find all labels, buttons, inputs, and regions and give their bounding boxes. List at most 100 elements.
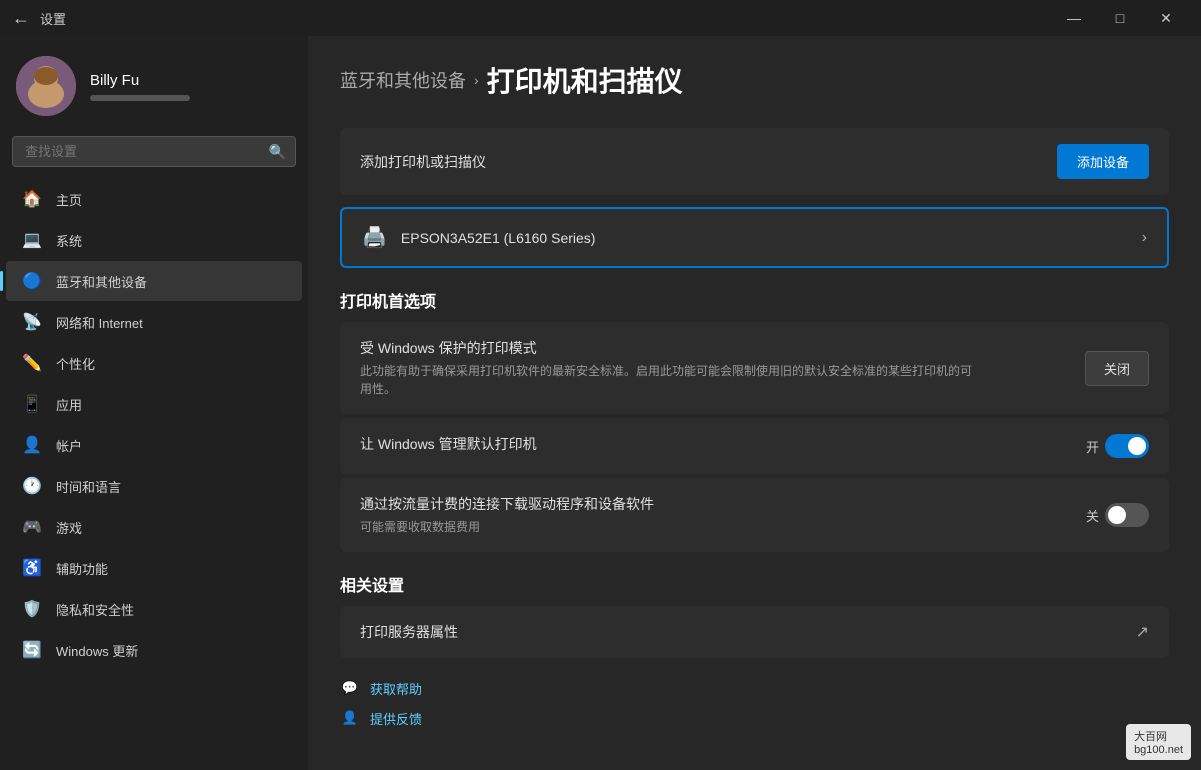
nav-icon-accounts: 👤 xyxy=(22,435,42,455)
search-box: 🔍 xyxy=(12,136,296,167)
sidebar-item-privacy[interactable]: 🛡️ 隐私和安全性 xyxy=(6,589,302,629)
nav-label-accounts: 帐户 xyxy=(56,436,82,455)
sidebar-item-accounts[interactable]: 👤 帐户 xyxy=(6,425,302,465)
nav-icon-gaming: 🎮 xyxy=(22,517,42,537)
breadcrumb-arrow: › xyxy=(474,72,479,88)
printer-icon: 🖨️ xyxy=(362,225,387,250)
search-input[interactable] xyxy=(12,136,296,167)
download-drivers-toggle-label: 关 xyxy=(1086,506,1099,525)
feedback-label: 提供反馈 xyxy=(370,709,422,728)
pref-protected-mode-title: 受 Windows 保护的打印模式 xyxy=(360,338,1065,358)
manage-default-toggle-wrap: 开 xyxy=(1086,434,1149,458)
sidebar-item-home[interactable]: 🏠 主页 xyxy=(6,179,302,219)
toggle-thumb xyxy=(1128,437,1146,455)
printer-chevron-icon: › xyxy=(1142,229,1147,247)
pref-manage-default-control: 开 xyxy=(1086,434,1149,458)
breadcrumb-current: 打印机和扫描仪 xyxy=(487,60,683,100)
protected-mode-button[interactable]: 关闭 xyxy=(1085,351,1149,386)
footer-links: 💬 获取帮助 👤 提供反馈 xyxy=(340,678,1169,728)
external-link-icon: ↗ xyxy=(1136,622,1149,642)
manage-default-toggle[interactable] xyxy=(1105,434,1149,458)
add-printer-card: 添加打印机或扫描仪 添加设备 xyxy=(340,128,1169,195)
breadcrumb-parent[interactable]: 蓝牙和其他设备 xyxy=(340,67,466,93)
help-label: 获取帮助 xyxy=(370,679,422,698)
titlebar-title: 设置 xyxy=(40,9,66,28)
nav-label-system: 系统 xyxy=(56,231,82,250)
nav-list: 🏠 主页 💻 系统 🔵 蓝牙和其他设备 📡 网络和 Internet ✏️ 个性… xyxy=(0,179,308,670)
back-button[interactable]: ← xyxy=(12,9,30,27)
window-controls: — □ ✕ xyxy=(1051,0,1189,36)
pref-protected-mode-control: 关闭 xyxy=(1085,351,1149,386)
sidebar: Billy Fu 🔍 🏠 主页 💻 系统 🔵 蓝牙和其他设备 📡 网络和 Int… xyxy=(0,36,308,770)
nav-icon-system: 💻 xyxy=(22,230,42,250)
pref-protected-mode-text: 受 Windows 保护的打印模式 此功能有助于确保采用打印机软件的最新安全标准… xyxy=(360,338,1065,398)
add-device-button[interactable]: 添加设备 xyxy=(1057,144,1149,179)
print-server-card[interactable]: 打印服务器属性 ↗ xyxy=(340,606,1169,658)
nav-label-privacy: 隐私和安全性 xyxy=(56,600,134,619)
nav-label-gaming: 游戏 xyxy=(56,518,82,537)
nav-icon-apps: 📱 xyxy=(22,394,42,414)
related-settings-title: 相关设置 xyxy=(340,572,1169,596)
sidebar-item-time[interactable]: 🕐 时间和语言 xyxy=(6,466,302,506)
nav-label-update: Windows 更新 xyxy=(56,641,138,660)
nav-icon-bluetooth: 🔵 xyxy=(22,271,42,291)
manage-default-toggle-label: 开 xyxy=(1086,437,1099,456)
help-icon: 💬 xyxy=(340,678,360,698)
pref-protected-mode-desc: 此功能有助于确保采用打印机软件的最新安全标准。启用此功能可能会限制使用旧的默认安… xyxy=(360,362,980,398)
titlebar: ← 设置 — □ ✕ xyxy=(0,0,1201,36)
nav-icon-accessibility: ♿ xyxy=(22,558,42,578)
pref-protected-mode: 受 Windows 保护的打印模式 此功能有助于确保采用打印机软件的最新安全标准… xyxy=(340,322,1169,414)
watermark: 大百网bg100.net xyxy=(1126,724,1191,760)
preferences-title: 打印机首选项 xyxy=(340,288,1169,312)
printer-item[interactable]: 🖨️ EPSON3A52E1 (L6160 Series) › xyxy=(340,207,1169,268)
pref-manage-default: 让 Windows 管理默认打印机 开 xyxy=(340,418,1169,474)
user-status-bar xyxy=(90,95,190,101)
printer-name: EPSON3A52E1 (L6160 Series) xyxy=(401,230,1128,246)
pref-download-drivers: 通过按流量计费的连接下载驱动程序和设备软件 可能需要收取数据费用 关 xyxy=(340,478,1169,552)
sidebar-item-accessibility[interactable]: ♿ 辅助功能 xyxy=(6,548,302,588)
toggle-thumb-2 xyxy=(1108,506,1126,524)
nav-icon-privacy: 🛡️ xyxy=(22,599,42,619)
nav-label-personalization: 个性化 xyxy=(56,354,95,373)
download-drivers-toggle[interactable] xyxy=(1105,503,1149,527)
nav-label-home: 主页 xyxy=(56,190,82,209)
nav-label-time: 时间和语言 xyxy=(56,477,121,496)
user-info: Billy Fu xyxy=(90,72,190,101)
sidebar-item-system[interactable]: 💻 系统 xyxy=(6,220,302,260)
sidebar-item-apps[interactable]: 📱 应用 xyxy=(6,384,302,424)
breadcrumb: 蓝牙和其他设备 › 打印机和扫描仪 xyxy=(340,60,1169,100)
nav-label-bluetooth: 蓝牙和其他设备 xyxy=(56,272,147,291)
download-drivers-toggle-wrap: 关 xyxy=(1086,503,1149,527)
nav-label-accessibility: 辅助功能 xyxy=(56,559,108,578)
minimize-button[interactable]: — xyxy=(1051,0,1097,36)
sidebar-item-gaming[interactable]: 🎮 游戏 xyxy=(6,507,302,547)
pref-download-drivers-desc: 可能需要收取数据费用 xyxy=(360,518,980,536)
sidebar-item-update[interactable]: 🔄 Windows 更新 xyxy=(6,630,302,670)
content-area: 蓝牙和其他设备 › 打印机和扫描仪 添加打印机或扫描仪 添加设备 🖨️ EPSO… xyxy=(308,36,1201,770)
nav-icon-update: 🔄 xyxy=(22,640,42,660)
pref-download-drivers-text: 通过按流量计费的连接下载驱动程序和设备软件 可能需要收取数据费用 xyxy=(360,494,1066,536)
pref-download-drivers-control: 关 xyxy=(1086,503,1149,527)
close-button[interactable]: ✕ xyxy=(1143,0,1189,36)
nav-icon-home: 🏠 xyxy=(22,189,42,209)
pref-download-drivers-title: 通过按流量计费的连接下载驱动程序和设备软件 xyxy=(360,494,1066,514)
add-printer-label: 添加打印机或扫描仪 xyxy=(360,152,486,172)
pref-manage-default-title: 让 Windows 管理默认打印机 xyxy=(360,434,1066,454)
nav-label-network: 网络和 Internet xyxy=(56,313,143,332)
sidebar-item-network[interactable]: 📡 网络和 Internet xyxy=(6,302,302,342)
help-link[interactable]: 💬 获取帮助 xyxy=(340,678,1169,698)
feedback-link[interactable]: 👤 提供反馈 xyxy=(340,708,1169,728)
nav-icon-personalization: ✏️ xyxy=(22,353,42,373)
sidebar-item-bluetooth[interactable]: 🔵 蓝牙和其他设备 xyxy=(6,261,302,301)
nav-label-apps: 应用 xyxy=(56,395,82,414)
feedback-icon: 👤 xyxy=(340,708,360,728)
user-name: Billy Fu xyxy=(90,72,190,89)
sidebar-item-personalization[interactable]: ✏️ 个性化 xyxy=(6,343,302,383)
nav-icon-network: 📡 xyxy=(22,312,42,332)
maximize-button[interactable]: □ xyxy=(1097,0,1143,36)
avatar xyxy=(16,56,76,116)
print-server-label: 打印服务器属性 xyxy=(360,622,458,642)
main-layout: Billy Fu 🔍 🏠 主页 💻 系统 🔵 蓝牙和其他设备 📡 网络和 Int… xyxy=(0,36,1201,770)
pref-manage-default-text: 让 Windows 管理默认打印机 xyxy=(360,434,1066,458)
user-profile: Billy Fu xyxy=(0,44,308,136)
